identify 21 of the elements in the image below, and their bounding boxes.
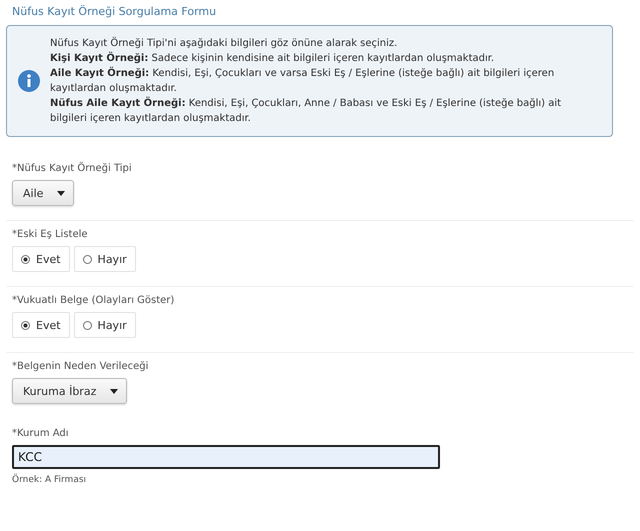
radio-option[interactable]: Hayır <box>74 312 136 338</box>
info-text: Nüfus Kayıt Örneği Tipi'ni aşağıdaki bilgileri göz önüne alarak seçiniz. <box>50 36 398 51</box>
form-title: Nüfus Kayıt Örneği Sorgulama Formu <box>12 5 218 20</box>
radio-option[interactable]: Evet <box>12 246 70 272</box>
field-label: *Kurum Adı <box>12 428 70 439</box>
field-label: *Nüfus Kayıt Örneği Tipi <box>12 163 133 174</box>
radio-option[interactable]: Hayır <box>74 246 136 272</box>
info-icon <box>18 70 40 92</box>
field-label: *Eski Eş Listele <box>12 229 89 240</box>
caret-icon <box>110 388 118 394</box>
hint-text: Örnek: A Firması <box>12 475 88 485</box>
field-label: *Vukuatlı Belge (Olayları Göster) <box>12 295 176 306</box>
dropdown[interactable]: Aile <box>12 180 74 206</box>
info-text: Aile Kayıt Örneği: Kendisi, Eşi, Çocukları ve varsa Eski Eş / Eşlerine (isteğe bağlı) ait bilgileri içeren kayıtlardan oluşmaktadır. <box>50 66 556 96</box>
caret-icon <box>57 190 66 196</box>
info-text: Nüfus Aile Kayıt Örneği: Kendisi, Eşi, Çocukları, Anne / Babası ve Eski Eş / Eşlerine (isteğe bağlı) ait bilgileri içeren kayıtlardan oluşmaktadır. <box>50 96 562 126</box>
field-label: *Belgenin Neden Verileceği <box>12 361 150 372</box>
dropdown[interactable]: Kuruma İbraz <box>12 378 128 404</box>
info-text: Kişi Kayıt Örneği: Sadece kişinin kendisine ait bilgileri içeren kayıtlardan oluşmaktadır. <box>50 51 496 66</box>
input-field[interactable]: KCC <box>12 445 440 469</box>
radio-option[interactable]: Evet <box>12 312 70 338</box>
